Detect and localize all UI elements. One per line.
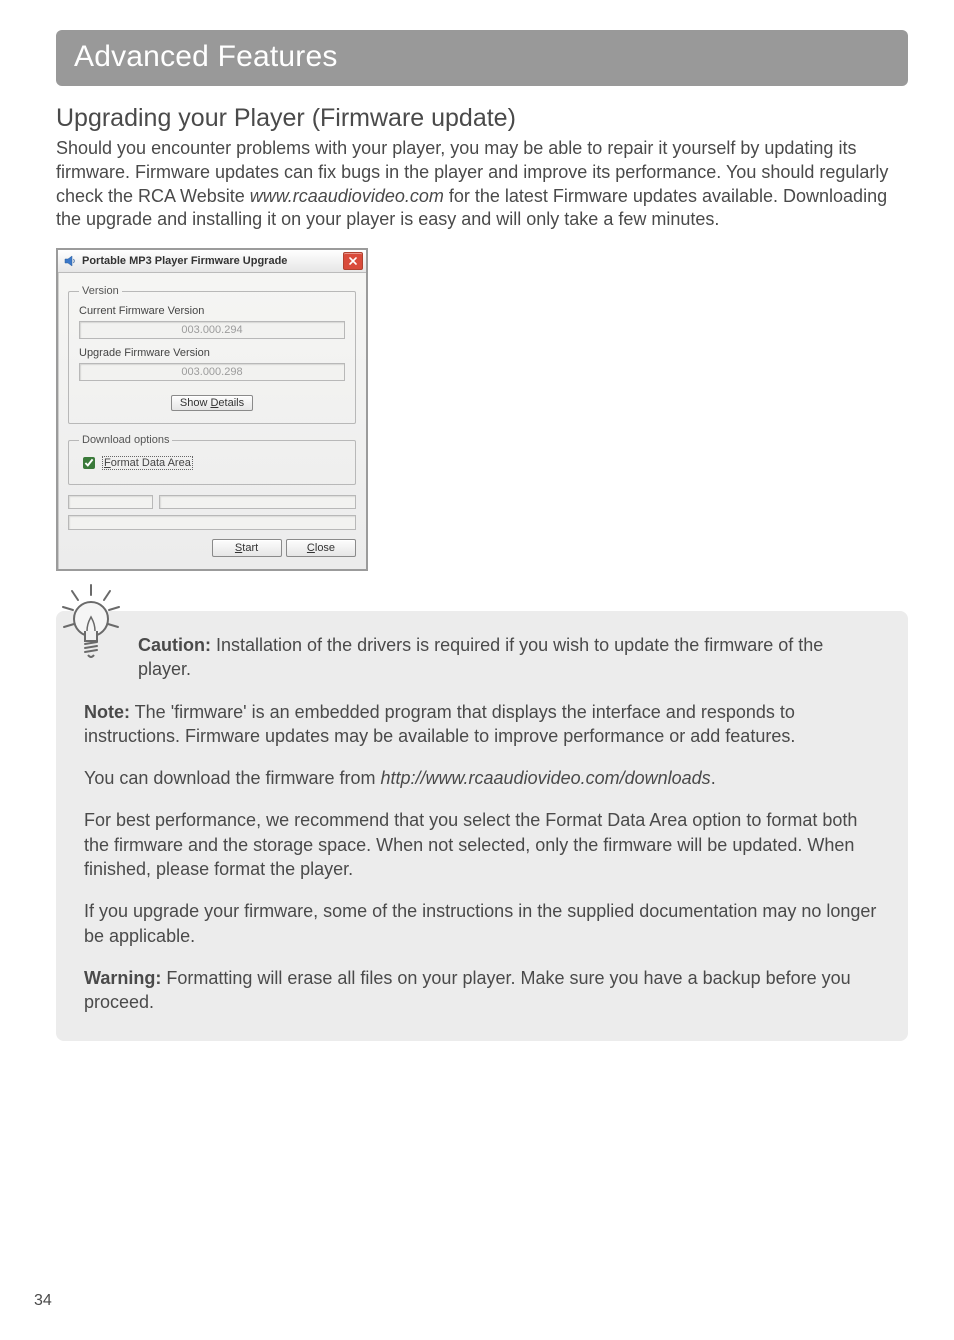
close-icon <box>348 256 358 266</box>
format-data-area-checkbox[interactable]: Format Data Area <box>79 454 345 472</box>
show-details-button[interactable]: Show Details <box>171 395 253 411</box>
version-group: Version Current Firmware Version Upgrade… <box>68 285 356 424</box>
intro-paragraph: Should you encounter problems with your … <box>56 137 908 232</box>
format-data-area-label: Format Data Area <box>102 456 193 470</box>
close-button[interactable]: Close <box>286 539 356 557</box>
note-text: The 'firmware' is an embedded program th… <box>84 702 795 746</box>
section-heading: Upgrading your Player (Firmware update) <box>56 104 908 133</box>
download-options-legend: Download options <box>79 434 172 446</box>
speaker-icon <box>63 254 77 268</box>
version-legend: Version <box>79 285 122 297</box>
upgrade-version-field <box>79 363 345 381</box>
caution-label: Caution: <box>138 635 211 655</box>
chapter-title: Advanced Features <box>74 40 890 74</box>
note-paragraph: Note: The 'firmware' is an embedded prog… <box>84 700 880 749</box>
close-x-button[interactable] <box>343 252 363 270</box>
caution-paragraph: Caution: Installation of the drivers is … <box>138 633 880 682</box>
warning-paragraph: Warning: Formatting will erase all files… <box>84 966 880 1015</box>
chapter-banner: Advanced Features <box>56 30 908 86</box>
upgrade-version-label: Upgrade Firmware Version <box>79 347 345 359</box>
current-version-field <box>79 321 345 339</box>
download-paragraph: You can download the firmware from http:… <box>84 766 880 790</box>
progress-bar-short <box>68 495 153 509</box>
progress-bar-long <box>159 495 356 509</box>
page-number: 34 <box>34 1292 52 1310</box>
note-label: Note: <box>84 702 130 722</box>
notice-box: Caution: Installation of the drivers is … <box>56 611 908 1041</box>
dialog-titlebar: Portable MP3 Player Firmware Upgrade <box>58 250 366 273</box>
lightbulb-icon <box>58 583 124 675</box>
warning-label: Warning: <box>84 968 161 988</box>
progress-row <box>68 495 356 509</box>
start-button[interactable]: Start <box>212 539 282 557</box>
best-performance-paragraph: For best performance, we recommend that … <box>84 808 880 881</box>
intro-website: www.rcaaudiovideo.com <box>250 186 444 206</box>
warning-text: Formatting will erase all files on your … <box>84 968 851 1012</box>
download-options-group: Download options Format Data Area <box>68 434 356 485</box>
download-post: . <box>711 768 716 788</box>
caution-text: Installation of the drivers is required … <box>138 635 823 679</box>
current-version-label: Current Firmware Version <box>79 305 345 317</box>
firmware-upgrade-dialog: Portable MP3 Player Firmware Upgrade Ver… <box>56 248 368 571</box>
format-data-area-input[interactable] <box>83 457 95 469</box>
download-pre: You can download the firmware from <box>84 768 381 788</box>
progress-bar-full <box>68 515 356 530</box>
dialog-title: Portable MP3 Player Firmware Upgrade <box>82 255 287 267</box>
download-url: http://www.rcaaudiovideo.com/downloads <box>381 768 711 788</box>
upgrade-note-paragraph: If you upgrade your firmware, some of th… <box>84 899 880 948</box>
